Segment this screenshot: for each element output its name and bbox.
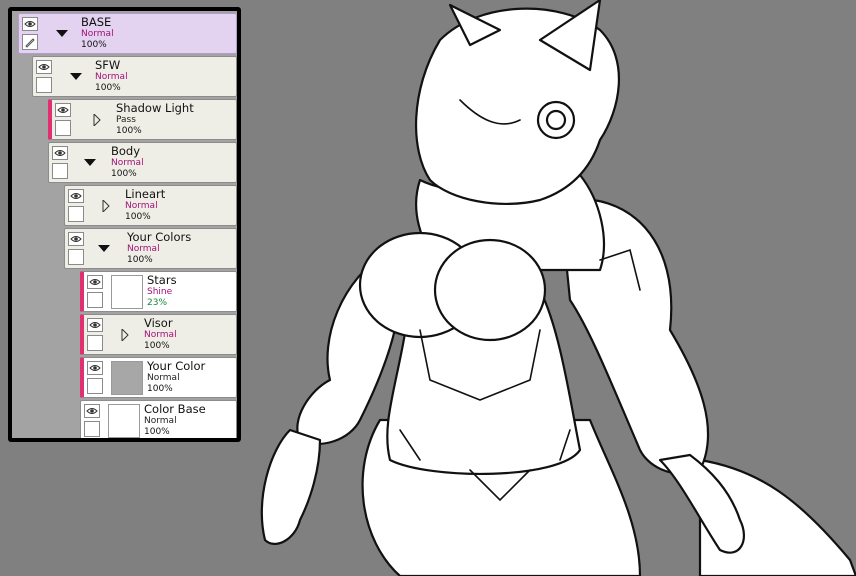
eye-icon[interactable]: [36, 60, 52, 74]
layer-visor[interactable]: Visor Normal 100%: [80, 314, 237, 355]
layer-your-color[interactable]: Your Color Normal 100%: [80, 357, 237, 398]
layer-name: Stars: [147, 273, 177, 287]
layer-blend-mode: Normal: [111, 158, 144, 168]
layer-blend-mode: Normal: [144, 416, 177, 426]
eye-icon[interactable]: [87, 361, 103, 375]
layer-blend-mode: Shine: [147, 287, 173, 297]
layer-checkbox[interactable]: [52, 163, 68, 179]
triangle-down-icon[interactable]: [97, 242, 111, 256]
layer-name: Visor: [144, 316, 173, 330]
layer-blend-mode: Normal: [144, 330, 177, 340]
eye-icon[interactable]: [22, 17, 38, 31]
layer-checkbox[interactable]: [36, 77, 52, 93]
layer-opacity: 100%: [127, 255, 153, 265]
triangle-right-icon[interactable]: [90, 113, 104, 127]
layer-thumbnail: [111, 361, 143, 395]
eye-icon[interactable]: [84, 404, 100, 418]
eye-icon[interactable]: [87, 318, 103, 332]
layer-body[interactable]: Body Normal 100%: [48, 142, 237, 183]
layer-opacity: 100%: [144, 341, 170, 351]
layer-checkbox[interactable]: [87, 335, 103, 351]
eye-icon[interactable]: [52, 146, 68, 160]
layer-blend-mode: Pass: [116, 115, 136, 125]
triangle-right-icon[interactable]: [99, 199, 113, 213]
layer-blend-mode: Normal: [147, 373, 180, 383]
layer-checkbox[interactable]: [87, 378, 103, 394]
layers-panel: BASE Normal 100% SFW Normal 100% Shadow …: [8, 7, 241, 442]
layer-name: Your Colors: [127, 230, 192, 244]
layer-blend-mode: Normal: [125, 201, 158, 211]
eye-icon[interactable]: [55, 103, 71, 117]
layer-checkbox[interactable]: [84, 421, 100, 437]
layer-name: SFW: [95, 58, 121, 72]
layer-name: Shadow Light: [116, 101, 194, 115]
layer-thumbnail: [111, 275, 143, 309]
layer-name: Lineart: [125, 187, 166, 201]
layer-sfw[interactable]: SFW Normal 100%: [32, 56, 237, 97]
layer-base[interactable]: BASE Normal 100%: [18, 13, 237, 54]
layer-opacity: 23%: [147, 298, 168, 308]
layer-opacity: 100%: [116, 126, 142, 136]
layer-blend-mode: Normal: [81, 29, 114, 39]
layer-checkbox[interactable]: [68, 249, 84, 265]
layer-opacity: 100%: [144, 427, 170, 437]
layer-name: Color Base: [144, 402, 206, 416]
layer-opacity: 100%: [95, 83, 121, 93]
layer-name: Body: [111, 144, 141, 158]
layer-checkbox[interactable]: [68, 206, 84, 222]
layer-opacity: 100%: [147, 384, 173, 394]
triangle-down-icon[interactable]: [55, 27, 69, 41]
eye-icon[interactable]: [68, 232, 84, 246]
layers-list: BASE Normal 100% SFW Normal 100% Shadow …: [12, 11, 237, 438]
layer-stars[interactable]: Stars Shine 23%: [80, 271, 237, 312]
layer-blend-mode: Normal: [95, 72, 128, 82]
layer-opacity: 100%: [125, 212, 151, 222]
layer-your-colors[interactable]: Your Colors Normal 100%: [64, 228, 237, 269]
layer-thumbnail: [108, 404, 140, 438]
layer-name: BASE: [81, 15, 112, 29]
layer-name: Your Color: [147, 359, 206, 373]
eye-icon[interactable]: [68, 189, 84, 203]
triangle-down-icon[interactable]: [69, 70, 83, 84]
layer-color-base[interactable]: Color Base Normal 100%: [80, 400, 237, 438]
layer-opacity: 100%: [111, 169, 137, 179]
layer-blend-mode: Normal: [127, 244, 160, 254]
eye-icon[interactable]: [87, 275, 103, 289]
layer-shadow-light[interactable]: Shadow Light Pass 100%: [48, 99, 237, 140]
layer-opacity: 100%: [81, 40, 107, 50]
layer-lineart[interactable]: Lineart Normal 100%: [64, 185, 237, 226]
layer-checkbox[interactable]: [87, 292, 103, 308]
layer-checkbox[interactable]: [55, 120, 71, 136]
triangle-right-icon[interactable]: [118, 328, 132, 342]
triangle-down-icon[interactable]: [83, 156, 97, 170]
pen-icon[interactable]: [22, 34, 38, 50]
